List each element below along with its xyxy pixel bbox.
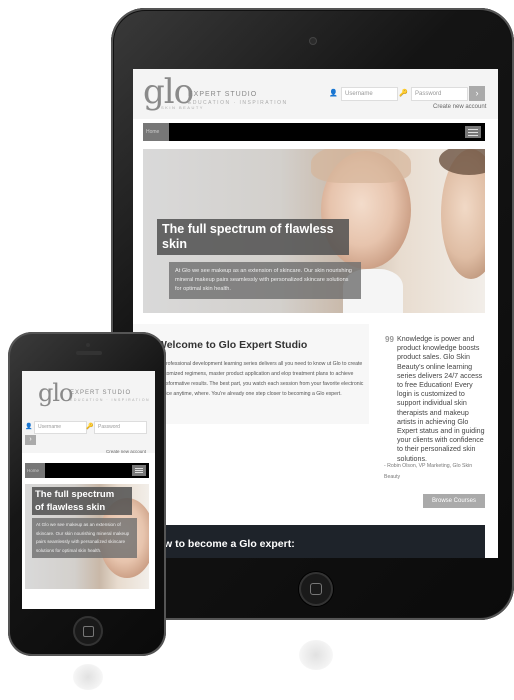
- hero-title-line2: skin: [162, 237, 188, 251]
- phone-reflection: [73, 664, 103, 690]
- phone-logo-glo[interactable]: glo: [38, 381, 73, 405]
- hero-model-hair-2: [439, 149, 485, 175]
- phone-password-input[interactable]: Password: [94, 421, 147, 434]
- tablet-screen: glo SKIN BEAUTY EXPERT STUDIO EDUCATION …: [133, 69, 498, 558]
- studio-name: EXPERT STUDIO: [188, 91, 258, 98]
- welcome-title: Welcome to Glo Expert Studio: [157, 339, 308, 351]
- phone-key-icon: 🔑: [86, 424, 94, 430]
- tablet-camera: [310, 38, 316, 44]
- password-input[interactable]: Password: [411, 87, 468, 101]
- phone-hero-title: The full spectrum of flawless skin: [32, 487, 132, 515]
- welcome-body: ur professional development learning ser…: [157, 361, 364, 397]
- hero-description: At Glo we see makeup as an extension of …: [169, 262, 361, 299]
- phone-user-icon: 👤: [25, 424, 33, 430]
- phone-menu-icon[interactable]: [132, 465, 146, 476]
- phone-studio-name: EXPERT STUDIO: [70, 390, 132, 396]
- logo-glo-text: glo: [143, 72, 194, 112]
- home-square-icon: [310, 583, 322, 595]
- studio-tagline: EDUCATION · INSPIRATION: [188, 100, 288, 106]
- testimonial-quote: Knowledge is power and product knowledge…: [397, 335, 485, 463]
- phone-hero-description: At Glo we see makeup as an extension of …: [32, 518, 137, 558]
- hero-title: The full spectrum of flawless skin: [157, 219, 349, 255]
- phone-nav-home[interactable]: Home: [25, 463, 45, 478]
- testimonial-author: - Robin Olson, VP Marketing, Glo Skin Be…: [384, 463, 473, 480]
- phone-hero-title-line1: The full spectrum: [35, 489, 115, 500]
- phone-create-account-link[interactable]: Create new account: [106, 449, 146, 454]
- phone-home-square-icon: [83, 626, 94, 637]
- phone-username-input[interactable]: Username: [34, 421, 87, 434]
- tablet-reflection: [299, 640, 333, 670]
- key-icon: 🔑: [399, 90, 408, 97]
- phone-studio-tagline: EDUCATION · INSPIRATION: [70, 398, 151, 402]
- phone-home-button[interactable]: [73, 616, 103, 646]
- phone-hero-title-line2: of flawless skin: [35, 502, 106, 513]
- tablet-home-button[interactable]: [299, 572, 333, 606]
- user-icon: 👤: [329, 90, 338, 97]
- username-input[interactable]: Username: [341, 87, 398, 101]
- main-nav: [143, 123, 485, 141]
- nav-home[interactable]: Home: [143, 123, 169, 141]
- create-account-link[interactable]: Create new account: [433, 104, 486, 110]
- site-logo[interactable]: glo SKIN BEAUTY: [143, 72, 202, 112]
- browse-courses-button[interactable]: Browse Courses: [423, 494, 485, 508]
- phone-camera: [86, 343, 90, 347]
- quote-mark-icon: 99: [385, 335, 394, 344]
- hero-model-hair-1: [311, 149, 411, 183]
- how-to-title: w to become a Glo expert:: [164, 538, 295, 550]
- hero-title-line1: The full spectrum of flawless: [162, 222, 334, 236]
- phone-login-go-button[interactable]: ›: [25, 435, 36, 445]
- phone-screen: glo EXPERT STUDIO EDUCATION · INSPIRATIO…: [22, 371, 155, 609]
- phone-speaker: [76, 351, 102, 355]
- menu-icon[interactable]: [465, 126, 481, 138]
- login-go-button[interactable]: ›: [469, 86, 485, 101]
